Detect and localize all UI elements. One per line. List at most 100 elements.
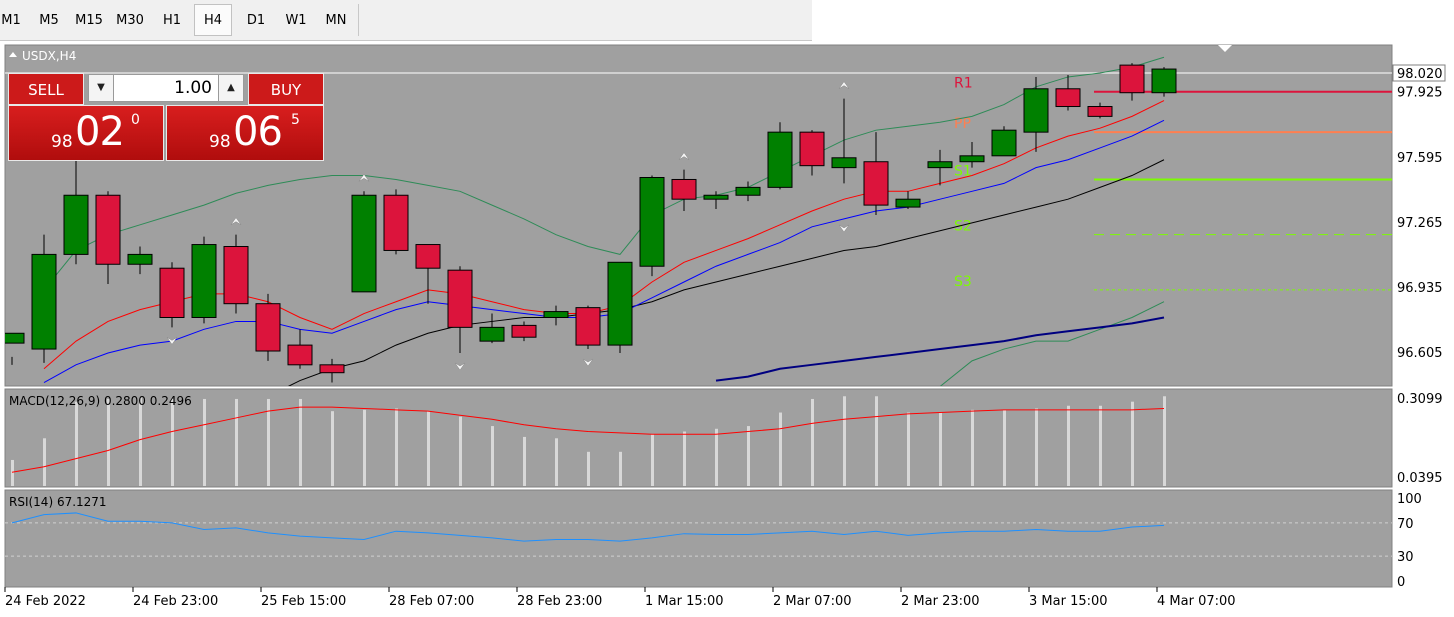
price-tick-label: 97.595 xyxy=(1397,151,1443,166)
timeframe-w1[interactable]: W1 xyxy=(278,4,314,36)
timeframe-m15[interactable]: M15 xyxy=(70,4,108,36)
macd-histogram-bar xyxy=(587,451,590,486)
bull-candle xyxy=(1023,88,1049,133)
rsi-tick-label: 30 xyxy=(1397,550,1414,565)
macd-histogram-bar xyxy=(683,431,686,486)
pivot-label-s1: S1 xyxy=(954,163,972,179)
bear-candle xyxy=(799,131,825,167)
pivot-label-s3: S3 xyxy=(954,274,972,290)
bull-candle xyxy=(31,253,57,350)
bear-candle xyxy=(575,307,601,346)
bull-candle xyxy=(735,186,761,196)
timeframe-d1[interactable]: D1 xyxy=(238,4,274,36)
macd-histogram-bar xyxy=(843,396,846,486)
timeframe-mn[interactable]: MN xyxy=(318,4,354,36)
sell-price-button[interactable]: 98 02 0 xyxy=(8,105,164,161)
bull-candle xyxy=(959,155,985,163)
one-click-trading-panel: SELL ▼ ▲ BUY 98 02 0 98 06 5 xyxy=(8,73,324,161)
bear-candle xyxy=(671,178,697,200)
macd-histogram-bar xyxy=(651,434,654,486)
macd-tick-label: 0.3099 xyxy=(1397,392,1443,407)
sell-price-pips: 02 xyxy=(75,109,125,155)
rsi-label: RSI(14) 67.1271 xyxy=(9,495,107,509)
bear-candle xyxy=(1055,88,1081,108)
sell-price-fraction: 0 xyxy=(131,112,140,128)
macd-histogram-bar xyxy=(555,438,558,486)
timeframe-toolbar: M1 M5 M15 M30 H1 H4 D1 W1 MN xyxy=(0,0,812,41)
time-axis-label: 2 Mar 07:00 xyxy=(773,594,852,609)
time-axis-label: 24 Feb 23:00 xyxy=(133,594,218,609)
bear-candle xyxy=(223,246,249,305)
macd-histogram-bar xyxy=(523,436,526,486)
buy-price-prefix: 98 xyxy=(209,132,231,152)
macd-histogram-bar xyxy=(875,396,878,486)
sell-button[interactable]: SELL xyxy=(8,73,84,105)
macd-label: MACD(12,26,9) 0.2800 0.2496 xyxy=(9,394,192,408)
symbol-timeframe-label: USDX,H4 xyxy=(22,49,76,63)
bull-candle xyxy=(63,194,89,255)
buy-price-pips: 06 xyxy=(233,109,283,155)
time-axis-label: 4 Mar 07:00 xyxy=(1157,594,1236,609)
buy-button[interactable]: BUY xyxy=(248,73,324,105)
time-axis-label: 28 Feb 23:00 xyxy=(517,594,602,609)
macd-histogram-bar xyxy=(715,428,718,486)
sell-price-prefix: 98 xyxy=(51,132,73,152)
bull-candle xyxy=(127,253,153,265)
lot-size-input[interactable] xyxy=(114,74,218,102)
bear-candle xyxy=(255,303,281,352)
macd-histogram-bar xyxy=(235,398,238,486)
macd-histogram-bar xyxy=(43,438,46,486)
macd-histogram-bar xyxy=(1131,401,1134,486)
time-axis-label: 2 Mar 23:00 xyxy=(901,594,980,609)
macd-histogram-bar xyxy=(939,412,942,486)
rsi-tick-label: 0 xyxy=(1397,575,1405,590)
bear-candle xyxy=(863,161,889,206)
price-tick-label: 97.265 xyxy=(1397,216,1443,231)
macd-histogram-bar xyxy=(619,451,622,486)
bull-candle xyxy=(543,311,569,318)
macd-histogram-bar xyxy=(267,398,270,486)
macd-histogram-bar xyxy=(1099,405,1102,486)
rsi-tick-label: 70 xyxy=(1397,517,1414,532)
macd-histogram-bar xyxy=(1067,405,1070,486)
timeframe-m5[interactable]: M5 xyxy=(30,4,68,36)
bear-candle xyxy=(1087,106,1113,117)
macd-histogram-bar xyxy=(779,412,782,486)
bull-candle xyxy=(1151,68,1177,94)
rsi-panel xyxy=(4,489,1393,588)
macd-histogram-bar xyxy=(139,397,142,486)
macd-histogram-bar xyxy=(1035,408,1038,486)
bear-candle xyxy=(383,194,409,251)
toolbar-separator xyxy=(358,4,359,36)
buy-price-fraction: 5 xyxy=(291,112,300,128)
macd-histogram-bar xyxy=(491,426,494,486)
macd-histogram-bar xyxy=(75,401,78,486)
macd-histogram-bar xyxy=(907,412,910,486)
bull-candle xyxy=(703,194,729,200)
macd-histogram-bar xyxy=(459,416,462,486)
timeframe-m1[interactable]: M1 xyxy=(0,4,22,36)
price-tick-label: 96.605 xyxy=(1397,346,1443,361)
macd-histogram-bar xyxy=(171,398,174,486)
lot-decrease-icon[interactable]: ▼ xyxy=(88,74,114,102)
bull-candle xyxy=(927,161,953,169)
timeframe-h4[interactable]: H4 xyxy=(194,4,232,36)
price-tick-label: 98.020 xyxy=(1397,67,1443,82)
bull-candle xyxy=(767,131,793,188)
macd-histogram-bar xyxy=(363,409,366,486)
bear-candle xyxy=(415,244,441,269)
buy-price-button[interactable]: 98 06 5 xyxy=(166,105,324,161)
macd-histogram-bar xyxy=(331,411,334,486)
bull-candle xyxy=(191,244,217,318)
bull-candle xyxy=(639,177,665,267)
lot-increase-icon[interactable]: ▲ xyxy=(218,74,244,102)
timeframe-m30[interactable]: M30 xyxy=(110,4,150,36)
bull-candle xyxy=(895,198,921,208)
timeframe-h1[interactable]: H1 xyxy=(155,4,189,36)
macd-histogram-bar xyxy=(1003,409,1006,486)
macd-histogram-bar xyxy=(299,398,302,486)
macd-histogram-bar xyxy=(11,459,14,486)
macd-tick-label: 0.0395 xyxy=(1397,471,1443,486)
macd-histogram-bar xyxy=(1163,396,1166,486)
time-axis-label: 1 Mar 15:00 xyxy=(645,594,724,609)
